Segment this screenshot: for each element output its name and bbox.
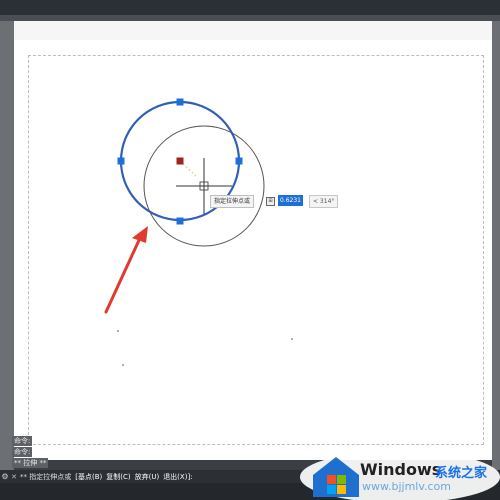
close-icon[interactable]: ✕	[10, 473, 18, 481]
speck	[117, 330, 119, 332]
annotation-arrow	[104, 226, 148, 314]
command-history: 命令: 命令: ** 拉伸 **	[12, 436, 72, 469]
watermark-cn: 系统之家	[435, 466, 488, 481]
dynamic-input-icon: ⊞	[266, 197, 275, 206]
grip-center-selected[interactable]	[176, 157, 184, 165]
watermark-brand: Windows	[360, 460, 442, 479]
speck	[122, 364, 124, 366]
wrench-icon[interactable]: ⚙	[0, 472, 10, 481]
drawing-canvas[interactable]	[0, 0, 500, 500]
dynamic-input-prompt: 指定拉伸点或	[210, 195, 255, 208]
grip-bottom[interactable]	[176, 217, 184, 225]
command-history-line: ** 拉伸 **	[12, 458, 49, 468]
command-prompt: ** 指定拉伸点或	[20, 472, 72, 481]
command-option-base[interactable]: [基点(B)	[75, 472, 102, 482]
command-option-exit[interactable]: 退出(X)]:	[163, 472, 192, 482]
dynamic-input-value[interactable]: 0.6231	[278, 195, 303, 206]
watermark-url: www.bjjmlv.com	[362, 480, 451, 493]
grip-right[interactable]	[235, 157, 243, 165]
dynamic-input-angle[interactable]: < 314°	[309, 195, 339, 208]
grip-top[interactable]	[176, 98, 184, 106]
grip-left[interactable]	[117, 157, 125, 165]
speck	[291, 338, 293, 340]
command-history-line: 命令:	[12, 447, 33, 457]
command-option-undo[interactable]: 放弃(U)	[135, 472, 160, 482]
command-history-line: 命令:	[12, 436, 33, 446]
command-option-copy[interactable]: 复制(C)	[106, 472, 130, 482]
